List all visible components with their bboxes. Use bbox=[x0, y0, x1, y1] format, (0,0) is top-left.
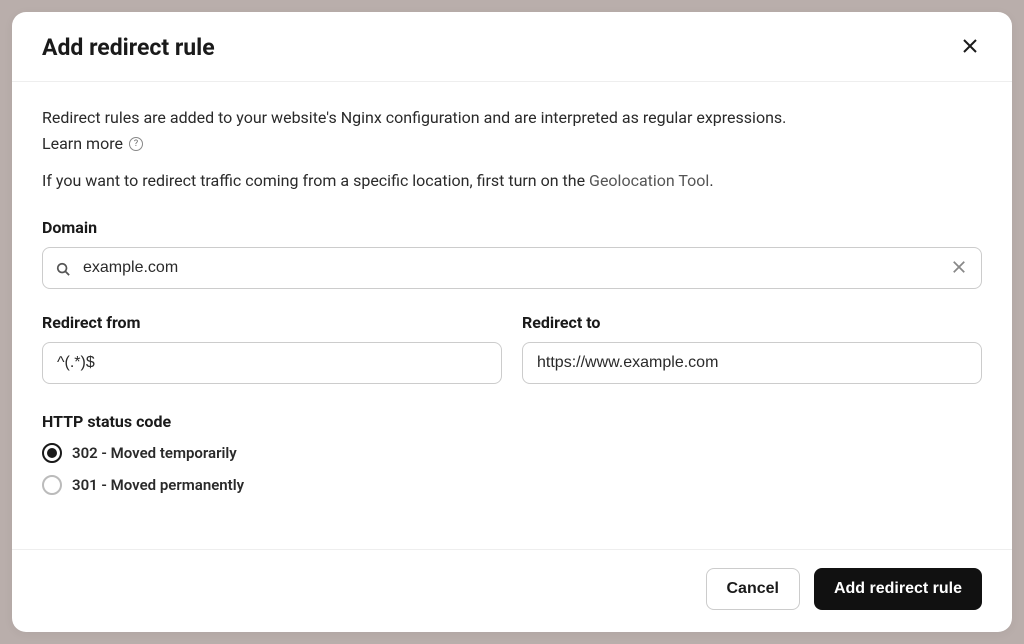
redirect-row: Redirect from Redirect to bbox=[42, 313, 982, 384]
domain-input-wrapper bbox=[42, 247, 982, 289]
geolocation-suffix: . bbox=[709, 171, 713, 190]
redirect-from-label: Redirect from bbox=[42, 313, 502, 332]
redirect-to-group: Redirect to bbox=[522, 313, 982, 384]
http-status-label: HTTP status code bbox=[42, 412, 982, 431]
close-icon bbox=[962, 38, 978, 57]
geolocation-tool-link[interactable]: Geolocation Tool bbox=[589, 171, 709, 190]
redirect-from-group: Redirect from bbox=[42, 313, 502, 384]
modal-footer: Cancel Add redirect rule bbox=[12, 549, 1012, 632]
redirect-from-input[interactable] bbox=[42, 342, 502, 384]
redirect-to-label: Redirect to bbox=[522, 313, 982, 332]
radio-option-302[interactable]: 302 - Moved temporarily bbox=[42, 443, 982, 463]
redirect-to-input[interactable] bbox=[522, 342, 982, 384]
radio-group: 302 - Moved temporarily 301 - Moved perm… bbox=[42, 443, 982, 495]
add-redirect-rule-modal: Add redirect rule Redirect rules are add… bbox=[12, 12, 1012, 632]
learn-more-link[interactable]: Learn more bbox=[42, 134, 123, 153]
radio-circle-unselected-icon bbox=[42, 475, 62, 495]
domain-label: Domain bbox=[42, 218, 982, 237]
domain-group: Domain bbox=[42, 218, 982, 289]
modal-header: Add redirect rule bbox=[12, 12, 1012, 82]
clear-domain-button[interactable] bbox=[948, 256, 970, 281]
clear-icon bbox=[952, 260, 966, 277]
modal-body: Redirect rules are added to your website… bbox=[12, 82, 1012, 549]
radio-label-301: 301 - Moved permanently bbox=[72, 476, 244, 494]
domain-input[interactable] bbox=[42, 247, 982, 289]
geolocation-text: If you want to redirect traffic coming f… bbox=[42, 171, 982, 190]
radio-circle-selected-icon bbox=[42, 443, 62, 463]
description-text: Redirect rules are added to your website… bbox=[42, 106, 982, 130]
radio-label-302: 302 - Moved temporarily bbox=[72, 444, 237, 462]
http-status-group: HTTP status code 302 - Moved temporarily… bbox=[42, 412, 982, 495]
radio-dot-icon bbox=[47, 448, 57, 458]
help-icon: ? bbox=[129, 137, 143, 151]
add-redirect-rule-button[interactable]: Add redirect rule bbox=[814, 568, 982, 610]
close-button[interactable] bbox=[958, 34, 982, 61]
cancel-button[interactable]: Cancel bbox=[706, 568, 800, 610]
radio-option-301[interactable]: 301 - Moved permanently bbox=[42, 475, 982, 495]
modal-title: Add redirect rule bbox=[42, 34, 215, 61]
learn-more-row: Learn more ? bbox=[42, 134, 982, 153]
geolocation-prefix: If you want to redirect traffic coming f… bbox=[42, 171, 589, 190]
